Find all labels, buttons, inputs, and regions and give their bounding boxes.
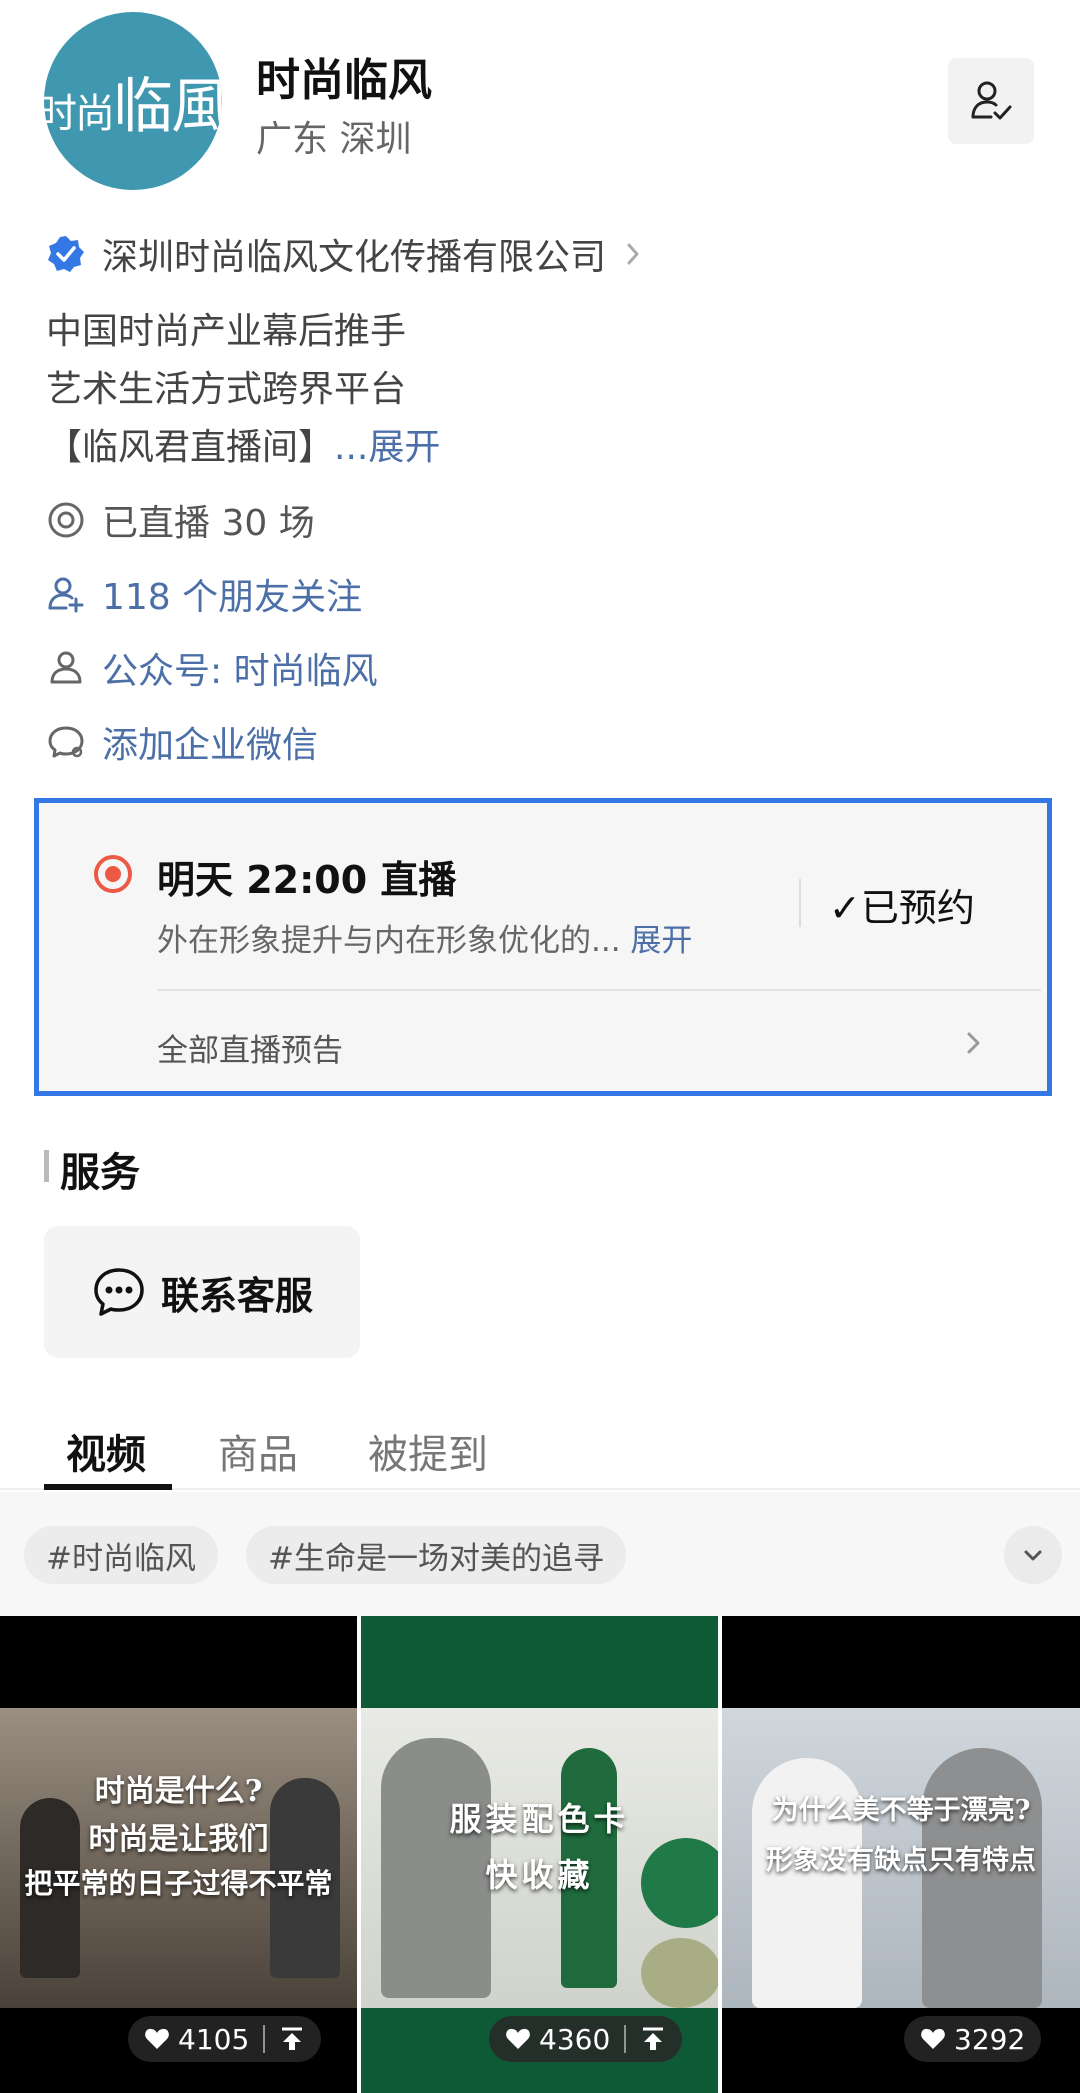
video-caption-line: 快收藏 [485, 1856, 594, 1894]
tag-filter-bar: #时尚临风 #生命是一场对美的追寻 [0, 1492, 1080, 1618]
video-stats: 3292 [904, 2016, 1042, 2062]
chat-bubble-icon [48, 726, 84, 758]
live-count-row: 已直播 30 场 [46, 494, 315, 546]
tab-products[interactable]: 商品 [218, 1422, 298, 1480]
video-caption-line: 时尚是让我们 [88, 1822, 269, 1857]
content-tabs: 视频 商品 被提到 [0, 1418, 1080, 1490]
chevron-right-icon [967, 1032, 980, 1054]
profile-location: 广东 深圳 [256, 119, 412, 160]
video-thumbnail[interactable]: 时尚是什么? 时尚是让我们 把平常的日子过得不平常 4105 [0, 1616, 357, 2093]
video-caption-line: 把平常的日子过得不平常 [24, 1867, 333, 1900]
bio-line-1: 中国时尚产业幕后推手 [46, 311, 407, 352]
person-check-icon [971, 81, 1012, 120]
pin-top-icon [643, 2027, 664, 2050]
tab-mentions[interactable]: 被提到 [368, 1422, 488, 1480]
like-count: 4360 [539, 2022, 611, 2056]
like-count: 4105 [178, 2022, 250, 2056]
avatar-logo: 时尚临風 [44, 71, 222, 142]
live-title: 明天 22:00 直播 [157, 858, 457, 902]
video-thumbnail[interactable]: 服装配色卡 快收藏 4360 [361, 1616, 718, 2093]
services-heading: 服务 [60, 1150, 140, 1196]
video-stats: 4360 [489, 2016, 683, 2062]
live-description: 外在形象提升与内在形象优化的... 展开 [157, 923, 693, 959]
heart-icon [921, 2028, 945, 2049]
tab-videos[interactable]: 视频 [66, 1422, 146, 1480]
pin-top-icon [282, 2027, 303, 2050]
divider [799, 879, 801, 927]
expand-tags-button[interactable] [1004, 1526, 1062, 1584]
company-name: 深圳时尚临风文化传播有限公司 [102, 237, 607, 278]
live-desc-expand-link[interactable]: 展开 [630, 923, 692, 959]
all-live-previews-link[interactable]: 全部直播预告 [157, 1025, 343, 1070]
video-caption-line: 为什么美不等于漂亮? [771, 1795, 1031, 1826]
tag-chip[interactable]: #时尚临风 [24, 1526, 218, 1584]
divider [157, 989, 1041, 991]
heart-icon [145, 2028, 169, 2049]
active-tab-indicator [44, 1484, 172, 1490]
profile-name: 时尚临风 [256, 55, 432, 106]
friends-follow-row[interactable]: 118 个朋友关注 [46, 568, 362, 620]
bio-line-2: 艺术生活方式跨界平台 [46, 369, 407, 410]
heart-icon [506, 2028, 530, 2049]
video-caption-line: 时尚是什么? [94, 1774, 263, 1809]
bio-line-3: 【临风君直播间】...展开 [46, 427, 441, 468]
verified-company-link[interactable]: 深圳时尚临风文化传播有限公司 [46, 228, 646, 280]
section-marker [44, 1150, 49, 1182]
contact-service-label: 联系客服 [160, 1273, 313, 1318]
live-notice-card[interactable]: 明天 22:00 直播 外在形象提升与内在形象优化的... 展开 ✓已预约 全部… [34, 798, 1052, 1096]
live-indicator-icon [94, 855, 132, 893]
video-caption-line: 服装配色卡 [449, 1800, 630, 1838]
reserved-button[interactable]: ✓已预约 [829, 877, 975, 932]
avatar[interactable]: 时尚临風 [44, 12, 222, 190]
chevron-down-icon [1024, 1550, 1042, 1561]
video-scene [0, 1708, 357, 2008]
chevron-right-icon [627, 243, 639, 265]
bio-expand-link[interactable]: ...展开 [334, 427, 440, 468]
official-account-row[interactable]: 公众号: 时尚临风 [46, 642, 378, 694]
message-icon [94, 1268, 144, 1316]
video-thumbnail[interactable]: 为什么美不等于漂亮? 形象没有缺点只有特点 3292 [722, 1616, 1080, 2093]
video-stats: 4105 [128, 2016, 322, 2062]
verified-badge-icon [48, 236, 84, 272]
contact-service-button[interactable]: 联系客服 [44, 1226, 360, 1358]
add-wecom-row[interactable]: 添加企业微信 [46, 716, 318, 768]
friends-icon [48, 577, 84, 613]
video-grid: 时尚是什么? 时尚是让我们 把平常的日子过得不平常 4105 服装配色卡 快收藏 [0, 1616, 1080, 2093]
video-caption-line: 形象没有缺点只有特点 [766, 1845, 1036, 1876]
like-count: 3292 [954, 2022, 1026, 2056]
person-icon [50, 651, 82, 684]
live-target-icon [48, 502, 84, 538]
follow-button[interactable] [948, 58, 1034, 144]
tag-chip[interactable]: #生命是一场对美的追寻 [246, 1526, 626, 1584]
